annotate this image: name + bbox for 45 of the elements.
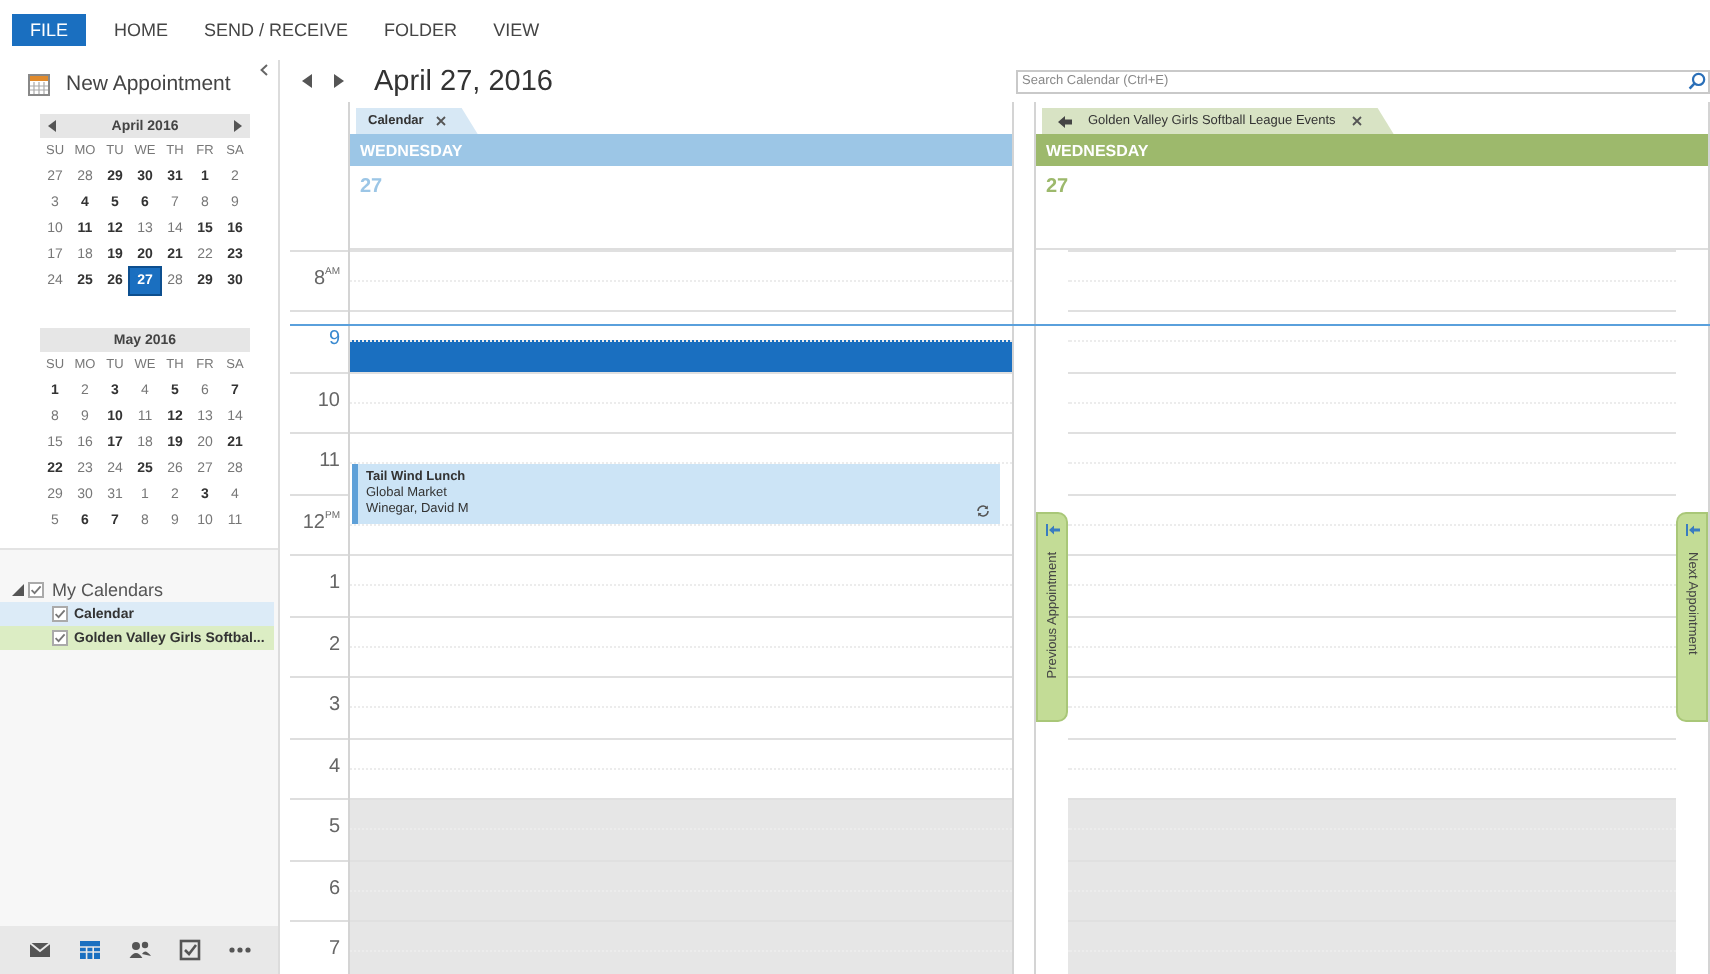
- time-slot[interactable]: [350, 340, 1012, 372]
- hour-label: 10: [317, 390, 340, 412]
- ribbon-tab[interactable]: VIEW: [477, 14, 556, 46]
- people-icon[interactable]: [128, 938, 152, 962]
- calendar-icon[interactable]: [78, 938, 102, 962]
- hour-label: 12$^{PM}$: [302, 512, 340, 534]
- weekday-header: WEDNESDAY: [1036, 134, 1708, 166]
- next-day-icon[interactable]: [334, 74, 344, 88]
- hour-label: 8$^{AM}$: [313, 268, 340, 290]
- previous-day-icon[interactable]: [302, 74, 312, 88]
- hour-label: 9: [328, 328, 340, 350]
- jump-arrow-icon: [1045, 524, 1059, 536]
- close-icon[interactable]: [435, 116, 446, 126]
- date-number: 27: [360, 176, 383, 198]
- hour-label: 2: [328, 634, 340, 656]
- tasks-icon[interactable]: [178, 938, 202, 962]
- collapse-chevron-icon[interactable]: [260, 64, 268, 76]
- expand-triangle-icon[interactable]: [12, 583, 24, 595]
- close-icon[interactable]: [1351, 116, 1362, 126]
- jump-arrow-icon: [1685, 524, 1699, 536]
- weekday-header: WEDNESDAY: [350, 134, 1012, 166]
- hour-label: 3: [328, 694, 340, 716]
- hour-label: 6: [328, 878, 340, 900]
- mail-icon[interactable]: [28, 938, 52, 962]
- ribbon-tab[interactable]: FOLDER: [368, 14, 474, 46]
- hour-label: 4: [328, 756, 340, 778]
- ribbon-tab[interactable]: SEND / RECEIVE: [188, 14, 365, 46]
- hour-label: 5: [328, 816, 340, 838]
- hour-label: 1: [328, 572, 340, 594]
- checkbox[interactable]: [28, 581, 44, 597]
- hour-label: 11: [319, 450, 340, 472]
- left-arrow-icon[interactable]: [1058, 115, 1072, 127]
- calendar-group-label[interactable]: My Calendars: [52, 579, 164, 599]
- new-appointment-button[interactable]: New Appointment: [66, 72, 231, 96]
- previous-month-icon[interactable]: [48, 120, 56, 132]
- hour-label: 7: [328, 938, 340, 960]
- checkbox[interactable]: [52, 630, 68, 646]
- next-month-icon[interactable]: [234, 120, 242, 132]
- ribbon-tab[interactable]: HOME: [98, 14, 185, 46]
- file-tab[interactable]: FILE: [12, 14, 87, 46]
- search-icon[interactable]: [1688, 72, 1706, 90]
- checkbox[interactable]: [52, 606, 68, 622]
- calendar-icon: [28, 73, 50, 95]
- date-title: April 27, 2016: [374, 65, 553, 97]
- date-number: 27: [1046, 176, 1069, 198]
